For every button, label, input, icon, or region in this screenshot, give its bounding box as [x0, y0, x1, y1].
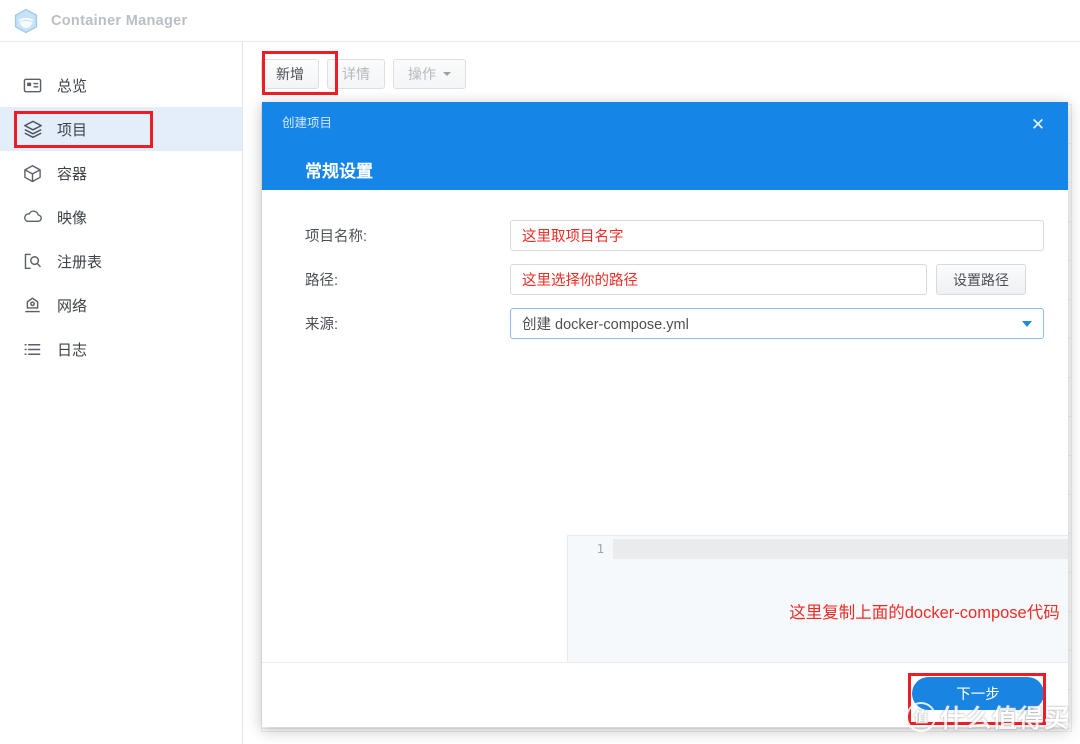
next-step-button[interactable]: 下一步 [912, 677, 1044, 710]
form-row-project-name: 项目名称: 这里取项目名字 [305, 220, 1044, 251]
dialog-header: 创建项目 常规设置 ✕ [262, 102, 1068, 190]
app-title: Container Manager [51, 13, 187, 29]
sidebar-item-logs[interactable]: 日志 [0, 327, 242, 371]
overview-card-icon [22, 75, 43, 96]
path-input[interactable]: 这里选择你的路径 [510, 264, 927, 295]
project-name-label: 项目名称: [305, 225, 510, 246]
editor-line-number: 1 [597, 542, 604, 556]
sidebar-item-label: 映像 [57, 207, 87, 228]
path-label: 路径: [305, 269, 510, 290]
action-dropdown-label: 操作 [408, 64, 436, 84]
form-row-source: 来源: 创建 docker-compose.yml [305, 308, 1044, 339]
sidebar-nav: 总览 项目 [0, 63, 242, 371]
hexagon-container-logo-icon [14, 8, 38, 34]
form-row-path: 路径: 这里选择你的路径 设置路径 [305, 264, 1044, 295]
layers-icon [22, 119, 43, 140]
sidebar-item-label: 日志 [57, 339, 87, 360]
sidebar-item-projects[interactable]: 项目 [0, 107, 242, 151]
sidebar-item-label: 总览 [57, 75, 87, 96]
caret-down-icon [443, 72, 451, 76]
sidebar-item-label: 项目 [57, 119, 87, 140]
dialog-title: 常规设置 [305, 157, 373, 182]
compose-code-editor[interactable]: 1 这里复制上面的docker-compose代码 [567, 535, 1068, 663]
source-label: 来源: [305, 313, 510, 334]
editor-annotation-text: 这里复制上面的docker-compose代码 [568, 599, 1068, 623]
source-control: 创建 docker-compose.yml [510, 308, 1044, 339]
create-project-dialog: 创建项目 常规设置 ✕ 项目名称: 这里取项目名字 路径: 这里选择你的路径 设… [262, 102, 1068, 727]
general-settings-form: 项目名称: 这里取项目名字 路径: 这里选择你的路径 设置路径 来源: [262, 190, 1068, 339]
detail-button[interactable]: 详情 [327, 59, 385, 89]
action-dropdown-button[interactable]: 操作 [393, 59, 466, 89]
registry-search-icon [22, 251, 43, 272]
sidebar-item-images[interactable]: 映像 [0, 195, 242, 239]
source-select-value: 创建 docker-compose.yml [522, 313, 689, 334]
dialog-body: 项目名称: 这里取项目名字 路径: 这里选择你的路径 设置路径 来源: [262, 190, 1068, 663]
sidebar-item-network[interactable]: 网络 [0, 283, 242, 327]
sidebar-item-label: 容器 [57, 163, 87, 184]
source-select[interactable]: 创建 docker-compose.yml [510, 308, 1044, 339]
cloud-icon [22, 207, 43, 228]
cube-icon [22, 163, 43, 184]
sidebar: 总览 项目 [0, 42, 243, 744]
project-name-input[interactable]: 这里取项目名字 [510, 220, 1044, 251]
list-log-icon [22, 339, 43, 360]
set-path-button[interactable]: 设置路径 [936, 264, 1026, 295]
dialog-footer: 下一步 [262, 663, 1068, 727]
path-control: 这里选择你的路径 设置路径 [510, 264, 1044, 295]
editor-active-line [613, 539, 1068, 559]
title-bar: Container Manager [0, 0, 1080, 42]
sidebar-item-label: 注册表 [57, 251, 102, 272]
sidebar-item-containers[interactable]: 容器 [0, 151, 242, 195]
dialog-breadcrumb: 创建项目 [282, 112, 332, 131]
network-icon [22, 295, 43, 316]
add-button[interactable]: 新增 [261, 59, 319, 89]
projects-toolbar: 新增 详情 操作 [261, 59, 466, 89]
sidebar-item-registry[interactable]: 注册表 [0, 239, 242, 283]
chevron-down-icon [1022, 321, 1032, 327]
sidebar-item-overview[interactable]: 总览 [0, 63, 242, 107]
close-x-icon[interactable]: ✕ [1024, 110, 1052, 138]
sidebar-item-label: 网络 [57, 295, 87, 316]
project-name-control: 这里取项目名字 [510, 220, 1044, 251]
app-root: Container Manager 总览 [0, 0, 1080, 744]
